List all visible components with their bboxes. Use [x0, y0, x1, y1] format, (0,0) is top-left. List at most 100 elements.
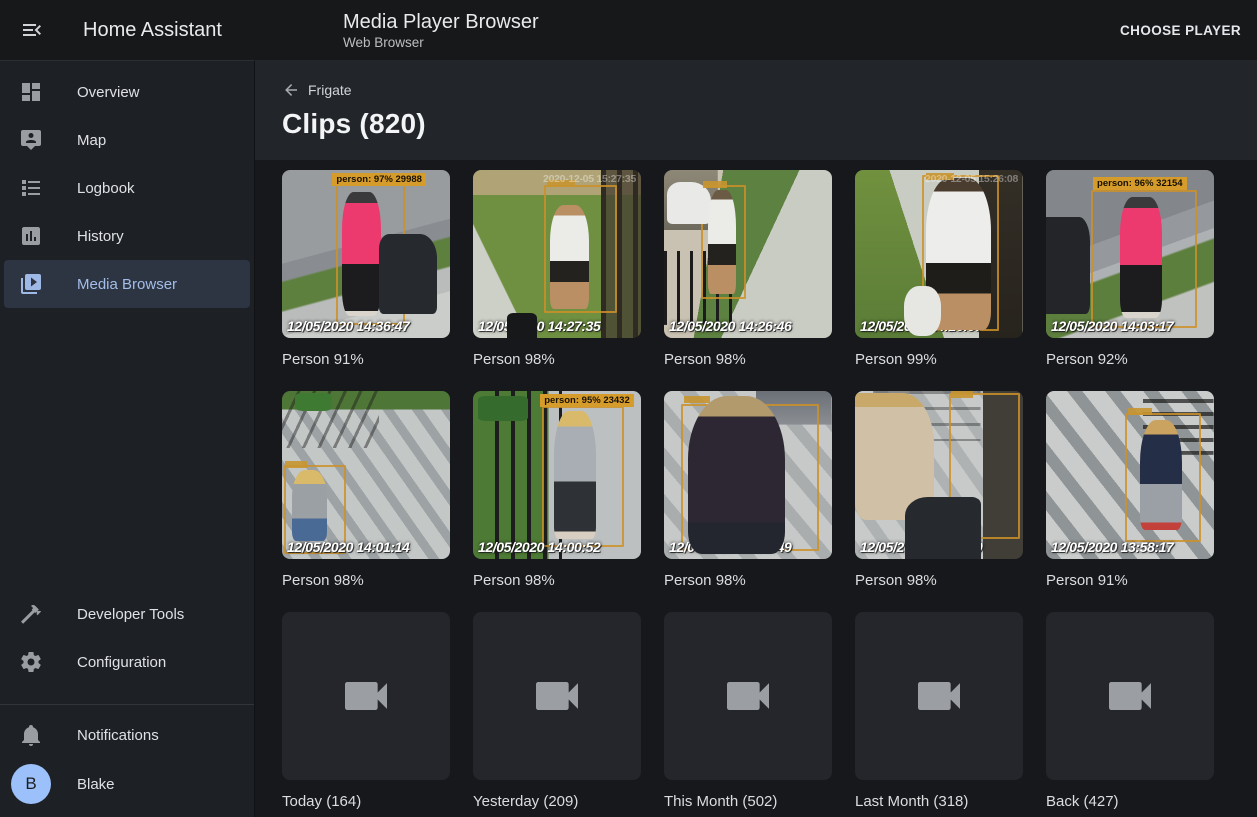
- detection-label: person: 95% 23432: [540, 394, 634, 407]
- sidebar-item-developer-tools[interactable]: Developer Tools: [4, 590, 250, 638]
- sidebar-item-label: Media Browser: [77, 276, 177, 293]
- folder-caption: Back (427): [1046, 792, 1214, 812]
- clip-card[interactable]: 2020-12-05 15:27:35 12/05/2020 14:27:35 …: [473, 170, 641, 370]
- folder-thumbnail[interactable]: [1046, 612, 1214, 780]
- clip-thumbnail[interactable]: 12/05/2020 14:01:14: [282, 391, 450, 559]
- clip-thumbnail[interactable]: 2020-12-05 15:27:35 12/05/2020 14:27:35: [473, 170, 641, 338]
- sidebar-item-label: Notifications: [77, 727, 159, 744]
- detection-bounding-box: [542, 406, 624, 547]
- clip-timestamp: 12/05/2020 14:26:46: [669, 318, 791, 335]
- page-title: Clips (820): [282, 108, 1257, 140]
- dashboard-icon: [19, 80, 43, 104]
- sidebar-item-notifications[interactable]: Notifications: [4, 711, 250, 759]
- folder-card-back[interactable]: Back (427): [1046, 612, 1214, 812]
- clip-caption: Person 98%: [664, 571, 832, 591]
- detection-label: person: 96% 32154: [1093, 177, 1187, 190]
- detection-label-small: [703, 181, 727, 188]
- detection-label-small: [951, 391, 973, 398]
- folder-card-this-month[interactable]: This Month (502): [664, 612, 832, 812]
- video-camera-icon: [720, 668, 776, 724]
- history-chart-icon: [19, 224, 43, 248]
- video-camera-icon: [911, 668, 967, 724]
- clip-thumbnail[interactable]: person: 97% 29988 12/05/2020 14:36:47: [282, 170, 450, 338]
- main-content: Frigate Clips (820) person: 97% 29988 12…: [255, 60, 1257, 817]
- clip-card[interactable]: 12/05/2020 13:58:30 Person 98%: [855, 391, 1023, 591]
- clips-content: person: 97% 29988 12/05/2020 14:36:47 Pe…: [255, 160, 1257, 817]
- detection-label-small: [684, 396, 710, 403]
- clip-caption: Person 91%: [1046, 571, 1214, 591]
- sidebar-item-label: Map: [77, 132, 106, 149]
- media-browser-icon: [19, 272, 43, 296]
- sidebar-item-map[interactable]: Map: [4, 116, 250, 164]
- breadcrumb-back-frigate[interactable]: Frigate: [282, 60, 352, 99]
- clip-card[interactable]: 2020-12-05 15:26:08 12/05/2020 14:26:07 …: [855, 170, 1023, 370]
- logbook-list-icon: [19, 176, 43, 200]
- clip-card[interactable]: person: 95% 23432 12/05/2020 14:00:52 Pe…: [473, 391, 641, 591]
- clip-timestamp: 12/05/2020 13:59:49: [669, 539, 791, 556]
- clip-card[interactable]: person: 97% 29988 12/05/2020 14:36:47 Pe…: [282, 170, 450, 370]
- clip-thumbnail[interactable]: person: 95% 23432 12/05/2020 14:00:52: [473, 391, 641, 559]
- page-header: Frigate Clips (820): [255, 60, 1257, 160]
- panel-header: Media Player Browser Web Browser: [343, 10, 539, 51]
- clip-timestamp: 12/05/2020 13:58:30: [860, 539, 982, 556]
- clip-card[interactable]: 12/05/2020 13:58:17 Person 91%: [1046, 391, 1214, 591]
- camera-watermark: 2020-12-05 15:26:08: [925, 173, 1018, 185]
- video-camera-icon: [338, 668, 394, 724]
- breadcrumb-label: Frigate: [308, 82, 352, 98]
- clip-card[interactable]: person: 96% 32154 12/05/2020 14:03:17 Pe…: [1046, 170, 1214, 370]
- sidebar-item-configuration[interactable]: Configuration: [4, 638, 250, 686]
- clip-timestamp: 12/05/2020 13:58:17: [1051, 539, 1173, 556]
- sidebar-item-label: Overview: [77, 84, 140, 101]
- clip-thumbnail[interactable]: 12/05/2020 13:58:30: [855, 391, 1023, 559]
- folder-card-today[interactable]: Today (164): [282, 612, 450, 812]
- sidebar-item-label: Configuration: [77, 654, 166, 671]
- user-name-label: Blake: [77, 776, 115, 793]
- folder-caption: Last Month (318): [855, 792, 1023, 812]
- arrow-left-icon: [282, 81, 300, 99]
- detection-label-small: [1128, 408, 1152, 415]
- folder-thumbnail[interactable]: [282, 612, 450, 780]
- clip-thumbnail[interactable]: 12/05/2020 13:58:17: [1046, 391, 1214, 559]
- choose-player-button[interactable]: CHOOSE PLAYER: [1104, 13, 1257, 48]
- folder-thumbnail[interactable]: [855, 612, 1023, 780]
- clip-caption: Person 98%: [473, 350, 641, 370]
- clip-card[interactable]: 12/05/2020 14:01:14 Person 98%: [282, 391, 450, 591]
- sidebar-item-overview[interactable]: Overview: [4, 68, 250, 116]
- folder-card-yesterday[interactable]: Yesterday (209): [473, 612, 641, 812]
- app-title: Home Assistant: [83, 19, 222, 42]
- folder-caption: This Month (502): [664, 792, 832, 812]
- detection-label: person: 97% 29988: [332, 173, 426, 186]
- sidebar-divider: [0, 704, 254, 705]
- sidebar-item-label: History: [77, 228, 124, 245]
- sidebar-item-history[interactable]: History: [4, 212, 250, 260]
- clip-thumbnail[interactable]: 2020-12-05 15:26:08 12/05/2020 14:26:07: [855, 170, 1023, 338]
- detection-bounding-box: [544, 185, 618, 313]
- clip-thumbnail[interactable]: person: 96% 32154 12/05/2020 14:03:17: [1046, 170, 1214, 338]
- sidebar-item-logbook[interactable]: Logbook: [4, 164, 250, 212]
- clip-card[interactable]: 12/05/2020 14:26:46 Person 98%: [664, 170, 832, 370]
- map-account-icon: [19, 128, 43, 152]
- sidebar-item-label: Logbook: [77, 180, 135, 197]
- sidebar-item-user-profile[interactable]: B Blake: [4, 759, 250, 809]
- folder-card-last-month[interactable]: Last Month (318): [855, 612, 1023, 812]
- clip-caption: Person 98%: [664, 350, 832, 370]
- clip-thumbnail[interactable]: 12/05/2020 14:26:46: [664, 170, 832, 338]
- clip-thumbnail[interactable]: 12/05/2020 13:59:49: [664, 391, 832, 559]
- clip-caption: Person 91%: [282, 350, 450, 370]
- clip-card[interactable]: 12/05/2020 13:59:49 Person 98%: [664, 391, 832, 591]
- video-camera-icon: [1102, 668, 1158, 724]
- bell-icon: [19, 723, 43, 747]
- panel-subtitle: Web Browser: [343, 34, 539, 51]
- sidebar: Overview Map Logbook History Med: [0, 60, 255, 817]
- clip-caption: Person 99%: [855, 350, 1023, 370]
- detection-label-small: [285, 461, 307, 468]
- sidebar-toggle-menu-icon[interactable]: [20, 18, 44, 42]
- clips-grid: person: 97% 29988 12/05/2020 14:36:47 Pe…: [282, 170, 1257, 812]
- detection-bounding-box: [1125, 413, 1201, 542]
- sidebar-item-media-browser[interactable]: Media Browser: [4, 260, 250, 308]
- folder-thumbnail[interactable]: [473, 612, 641, 780]
- clip-caption: Person 98%: [282, 571, 450, 591]
- detection-bounding-box: [336, 178, 405, 324]
- folder-thumbnail[interactable]: [664, 612, 832, 780]
- folder-caption: Today (164): [282, 792, 450, 812]
